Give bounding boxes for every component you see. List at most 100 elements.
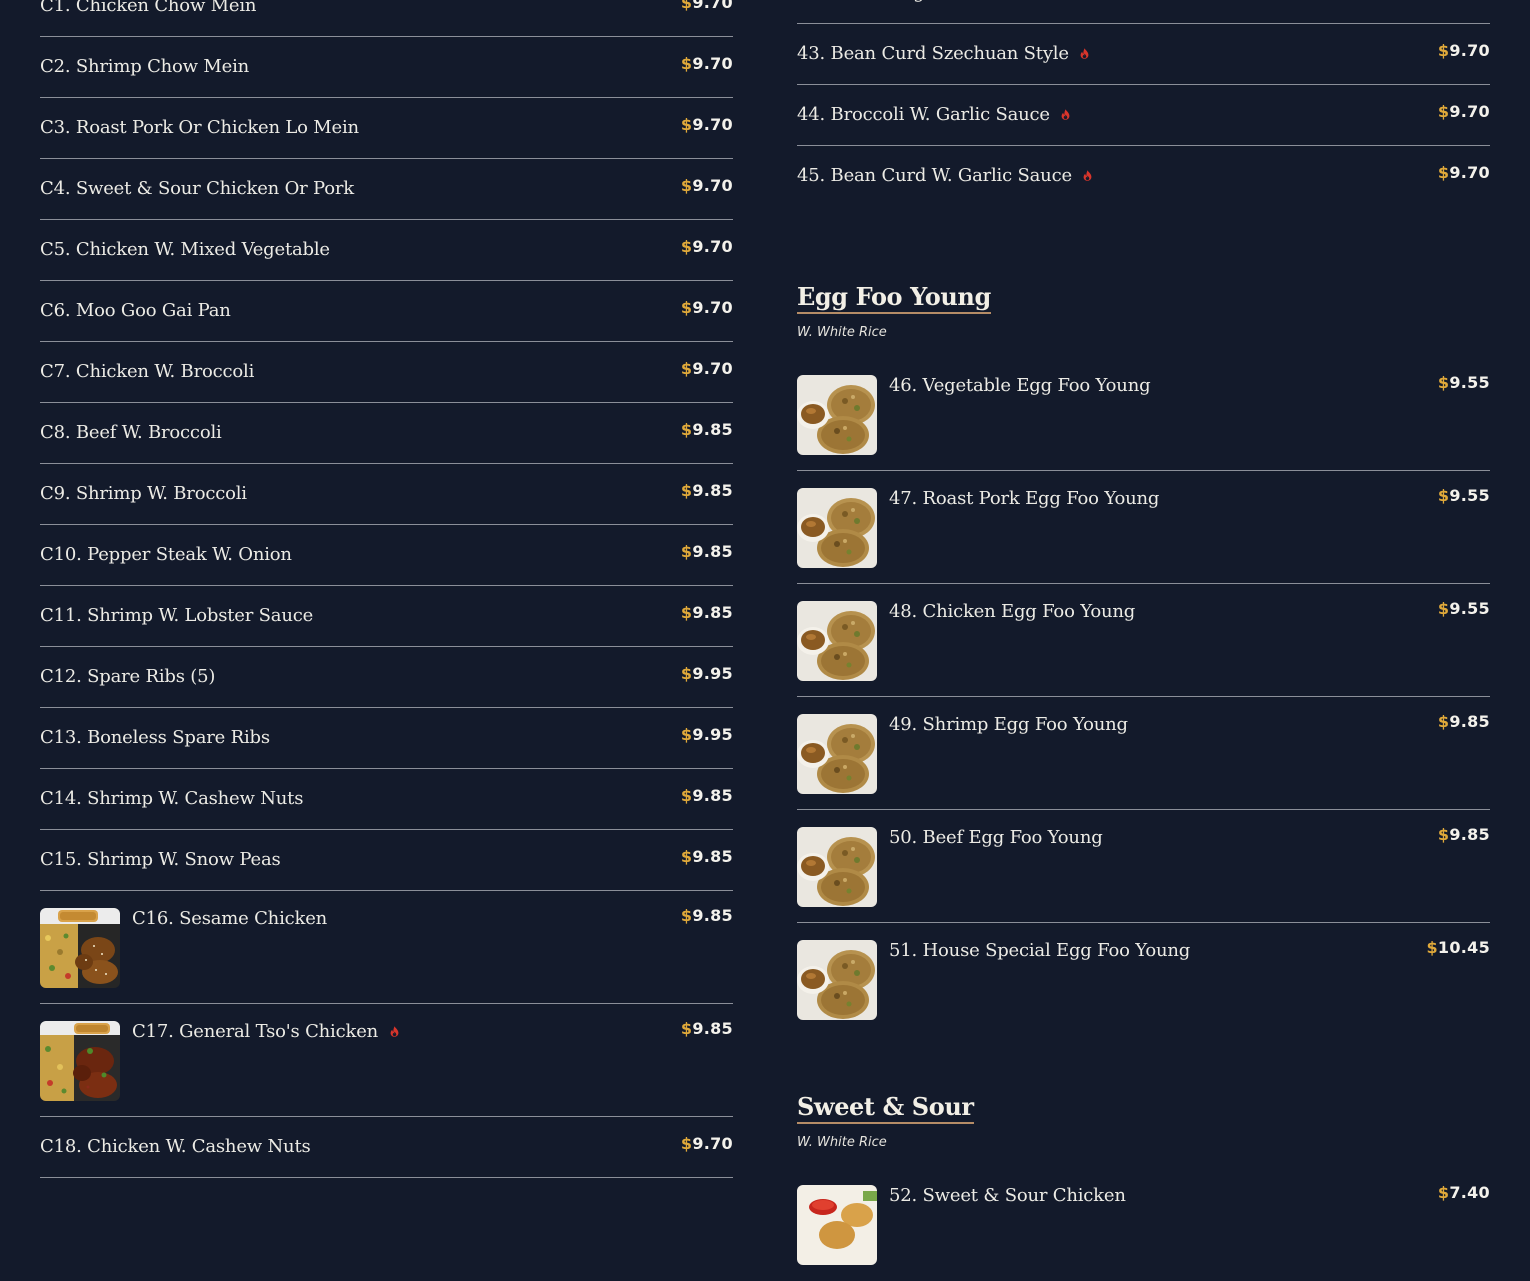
price-amount: 9.55 xyxy=(1449,373,1490,392)
menu-item-spare-ribs-5[interactable]: C12. Spare Ribs (5) $9.95 xyxy=(40,647,733,708)
item-price: $9.70 xyxy=(681,359,733,378)
menu-item-boneless-spare-ribs[interactable]: C13. Boneless Spare Ribs $9.95 xyxy=(40,708,733,769)
menu-right-column: 42. Mixed Vegetable$9.7043. Bean Curd Sz… xyxy=(797,0,1490,1281)
egg-foo-young-photo[interactable] xyxy=(797,601,877,681)
menu-item-chicken-egg-foo-young[interactable]: 48. Chicken Egg Foo Young $9.55 xyxy=(797,584,1490,697)
item-price: $9.55 xyxy=(1438,486,1490,505)
menu-item-pepper-steak-w-onion[interactable]: C10. Pepper Steak W. Onion $9.85 xyxy=(40,525,733,586)
item-price: $9.85 xyxy=(681,847,733,866)
price-amount: 9.85 xyxy=(692,420,733,439)
currency-symbol: $ xyxy=(1437,486,1450,505)
item-name-text: C6. Moo Goo Gai Pan xyxy=(40,300,231,321)
item-name-text: 46. Vegetable Egg Foo Young xyxy=(889,375,1151,396)
egg-foo-young-photo[interactable] xyxy=(797,488,877,568)
menu-item-moo-goo-gai-pan[interactable]: C6. Moo Goo Gai Pan $9.70 xyxy=(40,281,733,342)
section-title: Egg Foo Young xyxy=(797,282,991,314)
item-name-text: 50. Beef Egg Foo Young xyxy=(889,827,1103,848)
vegetable-item-list: 42. Mixed Vegetable$9.7043. Bean Curd Sz… xyxy=(797,0,1490,207)
currency-symbol: $ xyxy=(680,237,693,256)
menu-item-sweet-and-sour-chicken-or-pork[interactable]: C4. Sweet & Sour Chicken Or Pork $9.70 xyxy=(40,159,733,220)
item-name-text: C12. Spare Ribs (5) xyxy=(40,666,216,687)
egg-foo-young-photo[interactable] xyxy=(797,375,877,455)
menu-item-mixed-vegetable[interactable]: 42. Mixed Vegetable$9.70 xyxy=(797,0,1490,24)
menu-item-roast-pork-or-chicken-lo-mein[interactable]: C3. Roast Pork Or Chicken Lo Mein $9.70 xyxy=(40,98,733,159)
price-amount: 9.95 xyxy=(692,725,733,744)
sweet-sour-chicken-photo[interactable] xyxy=(797,1185,877,1265)
price-amount: 9.85 xyxy=(692,481,733,500)
menu-item-shrimp-w-cashew-nuts[interactable]: C14. Shrimp W. Cashew Nuts $9.85 xyxy=(40,769,733,830)
menu-item-beef-egg-foo-young[interactable]: 50. Beef Egg Foo Young $9.85 xyxy=(797,810,1490,923)
menu-item-roast-pork-egg-foo-young[interactable]: 47. Roast Pork Egg Foo Young $9.55 xyxy=(797,471,1490,584)
currency-symbol: $ xyxy=(680,176,693,195)
menu-item-chicken-w-cashew-nuts[interactable]: C18. Chicken W. Cashew Nuts $9.70 xyxy=(40,1117,733,1178)
price-amount: 10.45 xyxy=(1437,938,1490,957)
price-amount: 9.85 xyxy=(692,786,733,805)
item-price: $9.85 xyxy=(681,786,733,805)
menu-item-shrimp-chow-mein[interactable]: C2. Shrimp Chow Mein $9.70 xyxy=(40,37,733,98)
currency-symbol: $ xyxy=(1437,373,1450,392)
menu-item-house-special-egg-foo-young[interactable]: 51. House Special Egg Foo Young $10.45 xyxy=(797,923,1490,1036)
menu-item-shrimp-egg-foo-young[interactable]: 49. Shrimp Egg Foo Young $9.85 xyxy=(797,697,1490,810)
item-name: C9. Shrimp W. Broccoli xyxy=(40,483,247,504)
menu-item-general-tsos-chicken[interactable]: C17. General Tso's Chicken $9.85 xyxy=(40,1004,733,1117)
item-name: 42. Mixed Vegetable xyxy=(797,0,980,3)
item-name-text: 49. Shrimp Egg Foo Young xyxy=(889,714,1128,735)
item-name-text: C17. General Tso's Chicken xyxy=(132,1021,379,1042)
menu-item-chicken-w-broccoli[interactable]: C7. Chicken W. Broccoli $9.70 xyxy=(40,342,733,403)
menu-item-chicken-chow-mein[interactable]: C1. Chicken Chow Mein $9.70 xyxy=(40,0,733,37)
menu-item-sesame-chicken[interactable]: C16. Sesame Chicken $9.85 xyxy=(40,891,733,1004)
item-name-text: C8. Beef W. Broccoli xyxy=(40,422,222,443)
item-price: $9.85 xyxy=(681,420,733,439)
egg-foo-young-item-list: 46. Vegetable Egg Foo Young $9.55 47. Roa… xyxy=(797,358,1490,1036)
item-name: C7. Chicken W. Broccoli xyxy=(40,361,254,382)
menu-item-bean-curd-w-garlic-sauce[interactable]: 45. Bean Curd W. Garlic Sauce $9.70 xyxy=(797,146,1490,207)
currency-symbol: $ xyxy=(680,542,693,561)
item-name-text: 47. Roast Pork Egg Foo Young xyxy=(889,488,1160,509)
item-name-text: C11. Shrimp W. Lobster Sauce xyxy=(40,605,314,626)
price-amount: 9.70 xyxy=(692,0,733,12)
item-name-text: C18. Chicken W. Cashew Nuts xyxy=(40,1136,311,1157)
sesame-chicken-photo[interactable] xyxy=(40,908,120,988)
egg-foo-young-photo[interactable] xyxy=(797,940,877,1020)
menu-item-bean-curd-szechuan-style[interactable]: 43. Bean Curd Szechuan Style $9.70 xyxy=(797,24,1490,85)
menu-item-vegetable-egg-foo-young[interactable]: 46. Vegetable Egg Foo Young $9.55 xyxy=(797,358,1490,471)
currency-symbol: $ xyxy=(680,786,693,805)
item-name-text: 52. Sweet & Sour Chicken xyxy=(889,1185,1126,1206)
item-name-text: C2. Shrimp Chow Mein xyxy=(40,56,250,77)
price-amount: 7.40 xyxy=(1449,1183,1490,1202)
general-tso-chicken-photo[interactable] xyxy=(40,1021,120,1101)
item-name: 49. Shrimp Egg Foo Young xyxy=(889,714,1128,735)
currency-symbol: $ xyxy=(680,725,693,744)
item-price: $9.70 xyxy=(681,0,733,12)
egg-foo-young-photo[interactable] xyxy=(797,827,877,907)
egg-foo-young-photo[interactable] xyxy=(797,714,877,794)
item-name-text: C16. Sesame Chicken xyxy=(132,908,328,929)
price-amount: 9.55 xyxy=(1449,599,1490,618)
menu-item-sweet-and-sour-chicken[interactable]: 52. Sweet & Sour Chicken $7.40 xyxy=(797,1168,1490,1281)
price-amount: 9.85 xyxy=(1449,825,1490,844)
currency-symbol: $ xyxy=(680,359,693,378)
price-amount: 9.85 xyxy=(692,1019,733,1038)
item-name-text: 48. Chicken Egg Foo Young xyxy=(889,601,1136,622)
menu-item-broccoli-w-garlic-sauce[interactable]: 44. Broccoli W. Garlic Sauce $9.70 xyxy=(797,85,1490,146)
price-amount: 9.70 xyxy=(692,1134,733,1153)
sweet-sour-item-list: 52. Sweet & Sour Chicken $7.40 xyxy=(797,1168,1490,1281)
menu-item-chicken-w-mixed-vegetable[interactable]: C5. Chicken W. Mixed Vegetable $9.70 xyxy=(40,220,733,281)
menu-item-shrimp-w-lobster-sauce[interactable]: C11. Shrimp W. Lobster Sauce $9.85 xyxy=(40,586,733,647)
currency-symbol: $ xyxy=(680,847,693,866)
item-name-text: C14. Shrimp W. Cashew Nuts xyxy=(40,788,304,809)
menu-item-shrimp-w-broccoli[interactable]: C9. Shrimp W. Broccoli $9.85 xyxy=(40,464,733,525)
item-price: $9.70 xyxy=(681,1134,733,1153)
menu-item-shrimp-w-snow-peas[interactable]: C15. Shrimp W. Snow Peas $9.85 xyxy=(40,830,733,891)
currency-symbol: $ xyxy=(680,420,693,439)
item-name: C1. Chicken Chow Mein xyxy=(40,0,257,16)
item-name-text: C15. Shrimp W. Snow Peas xyxy=(40,849,281,870)
item-name: 44. Broccoli W. Garlic Sauce xyxy=(797,104,1070,125)
price-amount: 9.70 xyxy=(692,176,733,195)
item-price: $9.85 xyxy=(681,481,733,500)
item-price: $9.85 xyxy=(681,603,733,622)
currency-symbol: $ xyxy=(680,906,693,925)
currency-symbol: $ xyxy=(1426,938,1438,957)
item-name: C14. Shrimp W. Cashew Nuts xyxy=(40,788,303,809)
menu-item-beef-w-broccoli[interactable]: C8. Beef W. Broccoli $9.85 xyxy=(40,403,733,464)
